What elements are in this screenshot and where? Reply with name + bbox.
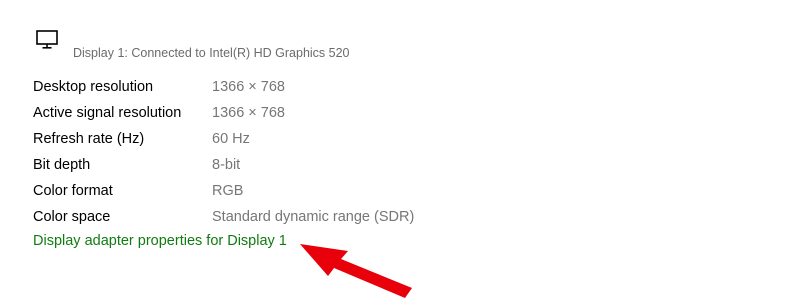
property-label: Active signal resolution: [33, 105, 182, 121]
monitor-icon: [36, 30, 60, 50]
display-adapter-properties-link[interactable]: Display adapter properties for Display 1: [33, 233, 287, 249]
property-row-active-signal-resolution: Active signal resolution 1366 × 768: [33, 100, 593, 126]
property-value: 1366 × 768: [212, 79, 285, 95]
property-row-refresh-rate: Refresh rate (Hz) 60 Hz: [33, 126, 593, 152]
property-row-color-format: Color format RGB: [33, 178, 593, 204]
display-properties-list: Desktop resolution 1366 × 768 Active sig…: [33, 74, 593, 230]
property-value: Standard dynamic range (SDR): [212, 209, 415, 225]
red-arrow-icon: [292, 232, 422, 300]
display-title: Display 1: Connected to Intel(R) HD Grap…: [73, 46, 350, 60]
property-value: 60 Hz: [212, 131, 250, 147]
property-label: Desktop resolution: [33, 79, 154, 95]
property-row-desktop-resolution: Desktop resolution 1366 × 768: [33, 74, 593, 100]
property-value: 1366 × 768: [212, 105, 285, 121]
property-label: Color format: [33, 183, 113, 199]
property-row-bit-depth: Bit depth 8-bit: [33, 152, 593, 178]
property-value: 8-bit: [212, 157, 241, 173]
property-row-color-space: Color space Standard dynamic range (SDR): [33, 204, 593, 230]
display-header: Display 1: Connected to Intel(R) HD Grap…: [36, 30, 536, 64]
property-label: Refresh rate (Hz): [33, 131, 145, 147]
property-label: Color space: [33, 209, 111, 225]
property-value: RGB: [212, 183, 244, 199]
property-label: Bit depth: [33, 157, 91, 173]
